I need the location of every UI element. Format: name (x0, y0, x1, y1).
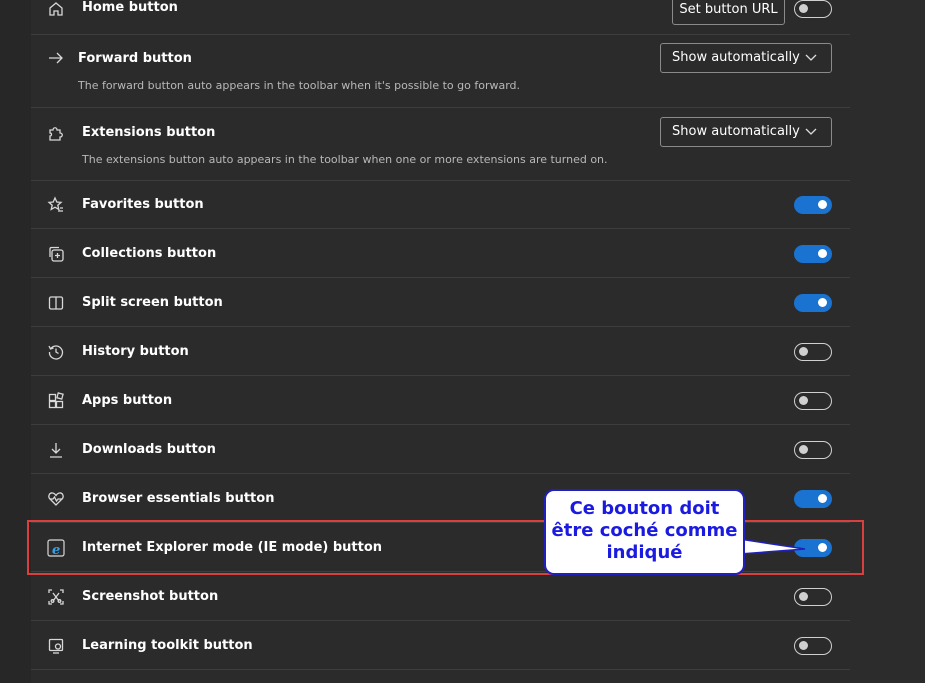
favorites-button-row: Favorites button (31, 180, 850, 229)
extensions-button-label: Extensions button (82, 125, 216, 140)
history-button-label: History button (82, 344, 189, 359)
learning-toolkit-button-toggle[interactable] (794, 637, 832, 655)
toggle-knob (799, 641, 808, 650)
collections-button-label: Collections button (82, 246, 217, 261)
star-list-icon (45, 194, 67, 216)
toggle-knob (799, 592, 808, 601)
screenshot-icon (45, 586, 67, 608)
extensions-select-value: Show automatically (672, 124, 800, 139)
history-button-toggle[interactable] (794, 343, 832, 361)
toggle-knob (799, 396, 808, 405)
puzzle-icon (45, 122, 67, 144)
learning-toolkit-button-row: Learning toolkit button (31, 621, 850, 670)
favorites-button-label: Favorites button (82, 197, 204, 212)
downloads-button-row: Downloads button (31, 425, 850, 474)
forward-button-label: Forward button (78, 51, 192, 66)
annotation-callout: Ce bouton doit être coché comme indiqué (544, 489, 745, 575)
apps-button-label: Apps button (82, 393, 173, 408)
extensions-button-select[interactable]: Show automatically (660, 117, 832, 147)
learning-toolkit-icon (45, 635, 67, 657)
collections-button-row: Collections button (31, 229, 850, 278)
heart-pulse-icon (45, 488, 67, 510)
split-screen-button-row: Split screen button (31, 278, 850, 327)
collections-button-toggle[interactable] (794, 245, 832, 263)
forward-button-description: The forward button auto appears in the t… (78, 79, 521, 92)
toggle-knob (818, 200, 827, 209)
download-icon (45, 439, 67, 461)
toggle-knob (818, 494, 827, 503)
apps-button-row: Apps button (31, 376, 850, 425)
set-button-url-button[interactable]: Set button URL (672, 0, 785, 25)
extensions-button-description: The extensions button auto appears in th… (82, 153, 608, 166)
screenshot-button-toggle[interactable] (794, 588, 832, 606)
split-screen-button-toggle[interactable] (794, 294, 832, 312)
downloads-button-label: Downloads button (82, 442, 216, 457)
toggle-knob (818, 249, 827, 258)
toggle-knob (799, 347, 808, 356)
split-screen-button-label: Split screen button (82, 295, 223, 310)
extensions-button-row: Extensions button The extensions button … (31, 107, 850, 181)
toggle-knob (799, 4, 808, 13)
apps-icon (45, 390, 67, 412)
screenshot-button-row: Screenshot button (31, 572, 850, 621)
home-button-row: Home button Set button URL (31, 0, 850, 35)
browser-essentials-button-toggle[interactable] (794, 490, 832, 508)
chevron-down-icon (805, 54, 817, 61)
side-strip (850, 0, 925, 683)
home-button-toggle[interactable] (794, 0, 832, 18)
forward-button-row: Forward button The forward button auto a… (31, 34, 850, 108)
history-button-row: History button (31, 327, 850, 376)
arrow-right-icon (45, 47, 67, 69)
home-icon (45, 0, 67, 20)
home-button-label: Home button (82, 0, 178, 15)
favorites-button-toggle[interactable] (794, 196, 832, 214)
forward-select-value: Show automatically (672, 50, 800, 65)
toggle-knob (818, 298, 827, 307)
split-screen-icon (45, 292, 67, 314)
forward-button-select[interactable]: Show automatically (660, 43, 832, 73)
chevron-down-icon (805, 128, 817, 135)
collections-icon (45, 243, 67, 265)
downloads-button-toggle[interactable] (794, 441, 832, 459)
toggle-knob (799, 445, 808, 454)
browser-essentials-button-label: Browser essentials button (82, 491, 275, 506)
history-clock-icon (45, 341, 67, 363)
learning-toolkit-button-label: Learning toolkit button (82, 638, 253, 653)
apps-button-toggle[interactable] (794, 392, 832, 410)
settings-panel: Home button Set button URL Forward butto… (31, 0, 850, 683)
screenshot-button-label: Screenshot button (82, 589, 219, 604)
